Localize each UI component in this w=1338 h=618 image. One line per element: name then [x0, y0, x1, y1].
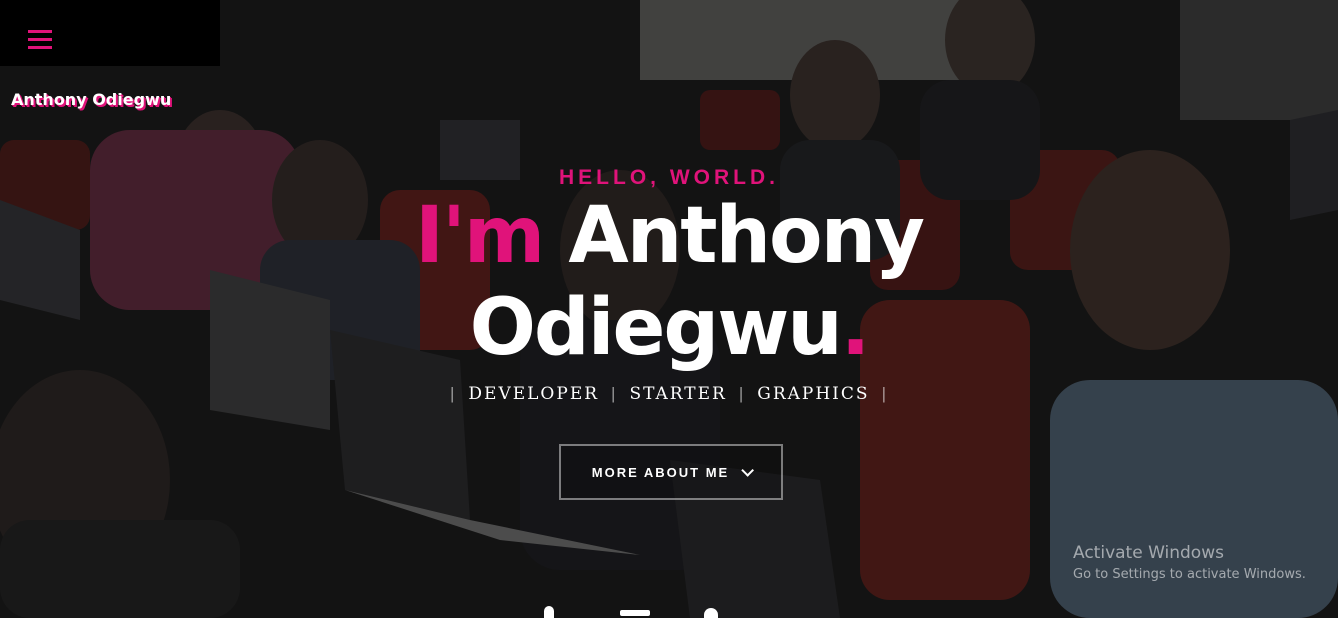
hamburger-menu-icon[interactable] [28, 30, 52, 50]
headline-line-1: I'm Anthony [0, 190, 1338, 282]
social-icon-3[interactable] [704, 608, 718, 618]
hero-greeting: HELLO, WORLD. [559, 166, 779, 189]
headline-line-2: Odiegwu. [0, 282, 1338, 374]
hero-headline: I'm Anthony Odiegwu. [0, 190, 1338, 374]
site-brand-name[interactable]: Anthony Odiegwu [11, 90, 171, 109]
social-icon-1[interactable] [544, 606, 554, 618]
role-separator: | [881, 384, 888, 403]
role-starter: STARTER [629, 384, 727, 404]
chevron-down-icon [741, 463, 755, 477]
social-icon-2[interactable] [620, 610, 650, 616]
social-links [520, 606, 820, 618]
menu-box [0, 0, 220, 66]
role-separator: | [611, 384, 618, 403]
activate-windows-subtitle: Go to Settings to activate Windows. [1073, 567, 1306, 582]
headline-intro: I'm [414, 191, 545, 281]
headline-last-name: Odiegwu [469, 283, 843, 373]
headline-first-name: Anthony [568, 191, 925, 281]
role-separator: | [738, 384, 746, 403]
role-developer: DEVELOPER [468, 384, 600, 404]
hero-roles: | DEVELOPER | STARTER | GRAPHICS | [0, 384, 1338, 404]
headline-period: . [840, 283, 871, 373]
role-graphics: GRAPHICS [757, 384, 870, 404]
page: Anthony Odiegwu HELLO, WORLD. I'm Anthon… [0, 0, 1338, 618]
more-about-me-button[interactable]: MORE ABOUT ME [559, 444, 783, 500]
activate-windows-watermark: Activate Windows Go to Settings to activ… [1073, 543, 1306, 582]
activate-windows-title: Activate Windows [1073, 543, 1224, 563]
role-separator: | [450, 384, 457, 403]
more-about-me-label: MORE ABOUT ME [591, 464, 730, 480]
